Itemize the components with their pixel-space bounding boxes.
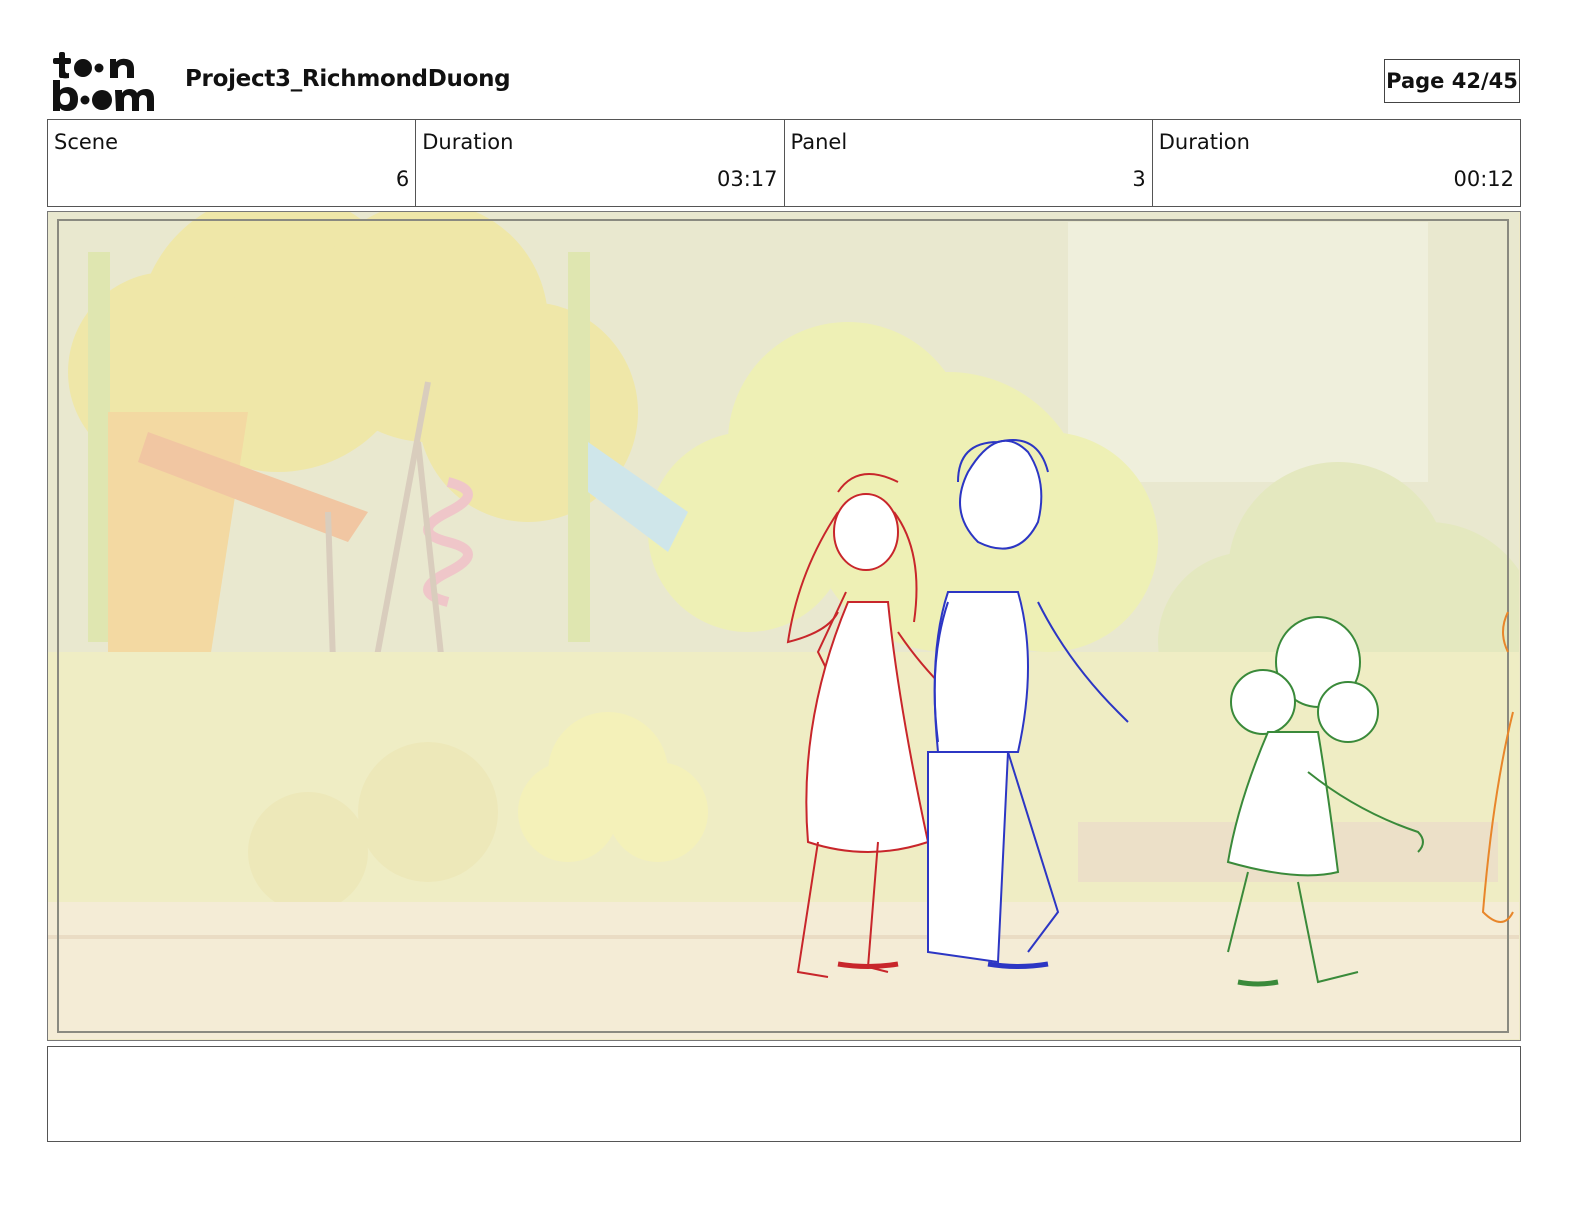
scene-duration-cell: Duration 03:17	[416, 120, 785, 206]
project-title: Project3_RichmondDuong	[185, 66, 511, 92]
scene-info-table: Scene 6 Duration 03:17 Panel 3 Duration …	[47, 119, 1521, 207]
panel-duration-cell: Duration 00:12	[1153, 120, 1520, 206]
toonboom-logo	[50, 50, 166, 112]
scene-duration-label: Duration	[422, 130, 514, 154]
panel-duration-value: 00:12	[1453, 167, 1514, 191]
scene-value: 6	[395, 167, 410, 191]
panel-cell: Panel 3	[785, 120, 1153, 206]
page-indicator: Page 42/45	[1384, 59, 1520, 103]
storyboard-panel-image	[47, 211, 1521, 1041]
panel-label: Panel	[790, 130, 848, 154]
panel-notes-box	[47, 1046, 1521, 1142]
scene-label: Scene	[54, 130, 119, 154]
panel-value: 3	[1132, 167, 1146, 191]
scene-duration-value: 03:17	[716, 167, 778, 191]
panel-duration-label: Duration	[1158, 130, 1250, 154]
scene-cell: Scene 6	[48, 120, 417, 206]
